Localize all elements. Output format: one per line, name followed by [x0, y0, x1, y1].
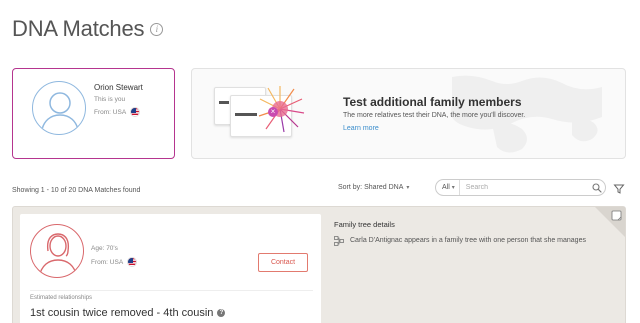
family-tree-text: Carla D'Antignac appears in a family tre…: [350, 237, 586, 244]
from-label: From:: [94, 108, 111, 116]
info-icon[interactable]: i: [150, 22, 164, 36]
profile-name: Orion Stewart: [94, 83, 143, 92]
my-profile-card[interactable]: Orion Stewart This is you From: USA: [12, 68, 175, 159]
promo-description: The more relatives test their DNA, the m…: [343, 112, 526, 119]
estimated-relationships-label: Estimated relationships: [30, 295, 93, 301]
filter-icon[interactable]: [613, 182, 625, 194]
contact-button[interactable]: Contact: [258, 253, 308, 272]
match-age: Age: 70's: [91, 245, 118, 252]
match-summary: Age: 70's From: USA Contact Estimated re…: [20, 214, 321, 323]
test-family-promo: × Test additional family members The mor…: [191, 68, 626, 159]
family-tree-icon: [334, 236, 344, 246]
age-value: 70's: [106, 245, 118, 252]
promo-title: Test additional family members: [343, 95, 522, 109]
search-bar: All ▾: [435, 179, 606, 196]
page-title: DNA Matches i: [12, 16, 164, 42]
us-flag-icon: [127, 257, 138, 267]
plus-badge-icon: ×: [268, 107, 278, 117]
family-tree-title: Family tree details: [334, 220, 395, 229]
from-label: From:: [91, 258, 108, 266]
avatar: [32, 81, 86, 135]
search-icon[interactable]: [588, 180, 605, 195]
from-value: USA: [109, 258, 124, 266]
sort-label: Sort by: Shared DNA: [338, 184, 404, 191]
estimated-relationship: 1st cousin twice removed - 4th cousin ?: [30, 307, 226, 319]
estimated-relationship-value: 1st cousin twice removed - 4th cousin: [30, 307, 214, 319]
dna-match-card[interactable]: Age: 70's From: USA Contact Estimated re…: [12, 206, 626, 323]
family-tree-detail: Carla D'Antignac appears in a family tre…: [334, 235, 622, 246]
us-flag-icon: [130, 107, 141, 117]
avatar: [30, 224, 84, 278]
page-title-text: DNA Matches: [12, 16, 145, 41]
age-label: Age:: [91, 245, 105, 252]
sort-dropdown[interactable]: Sort by: Shared DNA ▾: [338, 184, 409, 191]
female-silhouette-icon: [38, 233, 78, 277]
dna-burst-graphic: [258, 86, 305, 133]
chevron-down-icon: ▾: [451, 185, 455, 191]
person-silhouette-icon: [40, 92, 80, 134]
search-filter-select[interactable]: All ▾: [436, 180, 460, 195]
search-filter-value: All: [442, 184, 450, 191]
help-icon[interactable]: ?: [217, 309, 226, 317]
chevron-down-icon: ▾: [406, 185, 410, 191]
results-count: Showing 1 - 10 of 20 DNA Matches found: [12, 187, 141, 194]
profile-subtitle: This is you: [94, 96, 126, 103]
divider: [30, 290, 313, 291]
learn-more-link[interactable]: Learn more: [343, 125, 379, 132]
match-location: From: USA: [91, 257, 138, 267]
profile-location: From: USA: [94, 107, 141, 117]
search-input[interactable]: [459, 184, 588, 191]
from-value: USA: [112, 108, 127, 116]
note-icon[interactable]: [595, 207, 625, 237]
